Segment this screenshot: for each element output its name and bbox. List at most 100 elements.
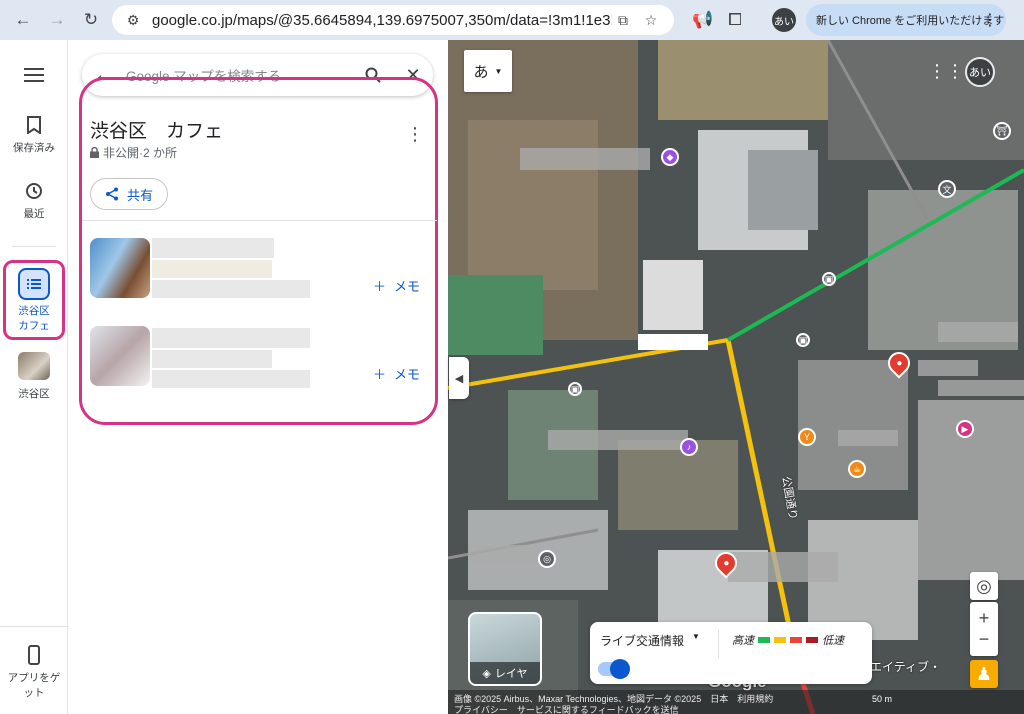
blurred-map-label <box>918 360 978 376</box>
map-place-label: エイティブ・ <box>870 660 942 674</box>
rail-list-label-2: カフェ <box>18 320 50 332</box>
poi-place-icon[interactable]: ◎ <box>538 550 556 568</box>
blurred-map-label <box>520 148 650 170</box>
browser-profile-avatar[interactable]: あい <box>772 8 796 32</box>
traffic-divider <box>718 630 719 658</box>
rail-divider <box>12 246 56 247</box>
traffic-swatch <box>758 637 770 643</box>
poi-transit-icon[interactable]: ▣ <box>822 272 836 286</box>
install-app-icon[interactable]: ⧉ <box>612 9 634 31</box>
reload-icon[interactable]: ↻ <box>78 7 104 33</box>
poi-bar-icon[interactable]: Y <box>798 428 816 446</box>
layers-button[interactable]: ◈ レイヤ <box>468 612 542 686</box>
zoom-out-button[interactable]: − <box>979 629 990 650</box>
blurred-place-rating <box>152 350 272 368</box>
rail-saved-label: 保存済み <box>13 142 55 154</box>
traffic-swatch <box>790 637 802 643</box>
back-icon[interactable]: ← <box>10 7 36 33</box>
menu-button[interactable] <box>0 60 68 90</box>
history-icon <box>19 176 49 206</box>
zoom-control: + − <box>970 602 998 656</box>
list-item[interactable]: ＋ メモ <box>90 238 420 300</box>
blurred-place-name <box>152 238 274 258</box>
rail-saved[interactable]: 保存済み <box>0 110 68 155</box>
blurred-place-name <box>152 328 310 348</box>
extensions-icon[interactable]: ⧠ <box>722 7 748 33</box>
blurred-map-label <box>938 322 1018 342</box>
share-icon <box>105 187 118 201</box>
traffic-fast-label: 高速 <box>732 635 754 647</box>
toggle-knob <box>610 659 630 679</box>
poi-shrine-icon[interactable]: ⛩ <box>993 122 1011 140</box>
blurred-place-detail <box>152 370 310 388</box>
list-meta-text: 非公開·2 か所 <box>103 146 178 160</box>
rail-place-label: 渋谷区 <box>18 388 50 400</box>
poi-transit-icon[interactable]: ▣ <box>796 333 810 347</box>
rail-list-shibuya-cafe[interactable]: 渋谷区 カフェ <box>0 268 68 333</box>
site-info-icon[interactable]: ⚙ <box>122 9 144 31</box>
place-thumbnail <box>18 352 50 380</box>
blurred-map-label <box>838 430 898 446</box>
blurred-map-label <box>468 545 538 563</box>
address-bar[interactable]: ⚙ google.co.jp/maps/@35.6645894,139.6975… <box>112 5 674 35</box>
poi-music-icon[interactable]: ♪ <box>680 438 698 456</box>
poi-shopping-icon[interactable]: ◆ <box>661 148 679 166</box>
street-view-pegman-icon[interactable]: ♟ <box>970 660 998 688</box>
add-memo-button[interactable]: ＋ メモ <box>373 276 420 295</box>
forward-icon[interactable]: → <box>44 7 70 33</box>
hamburger-menu-icon <box>19 60 49 90</box>
blurred-map-label <box>548 430 688 450</box>
poi-cinema-icon[interactable]: ▶ <box>956 420 974 438</box>
language-label: あ <box>473 63 489 81</box>
poi-school-icon[interactable]: 文 <box>938 180 956 198</box>
get-app-button[interactable]: アプリをゲ ット <box>0 640 68 700</box>
zoom-in-button[interactable]: + <box>979 608 990 629</box>
list-panel: ← Google マップを検索する ✕ 渋谷区 カフェ ⋮ 非公開·2 か所 共… <box>68 40 448 714</box>
layers-icon: ◈ <box>482 667 491 680</box>
rail-bottom-divider <box>0 626 68 627</box>
chevron-down-icon: ▼ <box>692 632 700 641</box>
plus-icon: ＋ <box>372 367 386 382</box>
share-button[interactable]: 共有 <box>90 178 168 210</box>
blurred-map-label <box>638 334 708 350</box>
rail-recent-label: 最近 <box>23 208 45 220</box>
list-icon <box>18 268 50 300</box>
traffic-toggle[interactable] <box>598 659 630 679</box>
megaphone-icon[interactable]: 📢 <box>690 7 716 33</box>
lock-icon <box>90 147 99 158</box>
rail-recent[interactable]: 最近 <box>0 176 68 221</box>
browser-menu-icon[interactable]: ⋮ <box>982 10 998 30</box>
add-memo-button[interactable]: ＋ メモ <box>373 364 420 383</box>
blurred-map-label <box>938 380 1024 396</box>
traffic-select[interactable]: ライブ交通情報 ▼ <box>600 632 700 649</box>
panel-divider <box>82 220 437 221</box>
chevron-down-icon: ▼ <box>494 66 503 76</box>
plus-icon: ＋ <box>372 279 386 294</box>
place-photo <box>90 238 150 298</box>
language-button[interactable]: あ ▼ <box>464 50 512 92</box>
collapse-panel-button[interactable]: ◀ <box>449 357 469 399</box>
bookmark-star-icon[interactable]: ☆ <box>640 9 662 31</box>
layers-label-bar: ◈ レイヤ <box>470 662 540 684</box>
account-avatar[interactable]: あい <box>965 57 995 87</box>
chrome-update-button[interactable]: 新しい Chrome をご利用いただけます ⋮ <box>806 4 1006 36</box>
phone-icon <box>19 640 49 670</box>
memo-label: メモ <box>393 367 420 382</box>
my-location-button[interactable]: ◎ <box>970 572 998 600</box>
layers-label: レイヤ <box>494 668 528 680</box>
poi-transit-icon[interactable]: ▣ <box>568 382 582 396</box>
get-app-label-1: アプリをゲ <box>7 672 61 684</box>
traffic-swatch <box>774 637 786 643</box>
promo-text: 新しい Chrome をご利用いただけます <box>816 15 1005 27</box>
bookmark-icon <box>19 110 49 140</box>
poi-cafe-icon[interactable]: ☕ <box>848 460 866 478</box>
more-options-icon[interactable]: ⋮ <box>406 124 424 145</box>
privacy-feedback-links[interactable]: プライバシー サービスに関するフィードバックを送信 <box>454 703 679 714</box>
blurred-place-detail <box>152 280 310 298</box>
list-meta: 非公開·2 か所 <box>90 144 177 161</box>
my-location-icon: ◎ <box>976 575 992 596</box>
left-rail: 保存済み 最近 渋谷区 カフェ 渋谷区 アプリをゲ ット <box>0 40 68 714</box>
rail-place-shibuya[interactable]: 渋谷区 <box>0 352 68 401</box>
traffic-select-label: ライブ交通情報 <box>600 634 685 648</box>
list-item[interactable]: ＋ メモ <box>90 326 420 388</box>
